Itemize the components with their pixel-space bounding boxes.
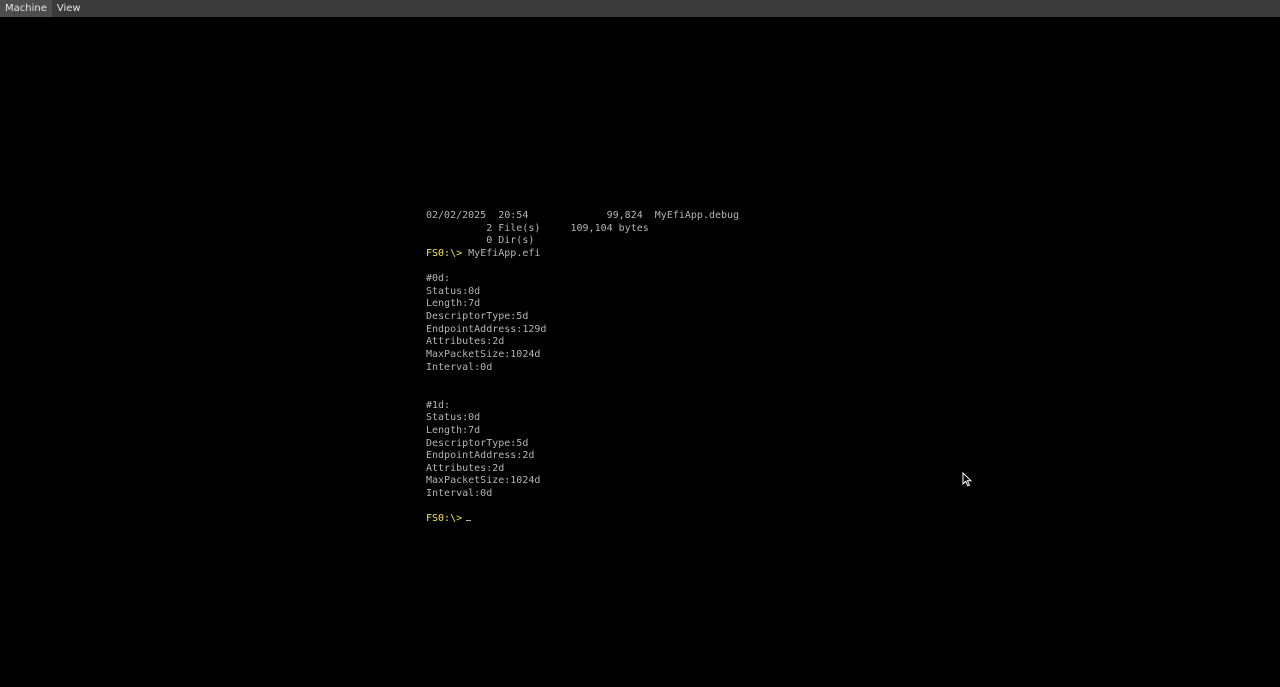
text-cursor xyxy=(466,520,472,522)
console-line: 02/02/2025 20:54 99,824 MyEfiApp.debug xyxy=(426,210,739,223)
console-line: Interval:0d xyxy=(426,362,739,375)
menu-machine[interactable]: Machine xyxy=(0,0,52,17)
console-output: EndpointAddress:129d xyxy=(426,323,547,335)
console-output: #0d: xyxy=(426,273,451,285)
console-output: MaxPacketSize:1024d xyxy=(426,349,541,361)
console-output: 2 File(s) 109,104 bytes xyxy=(426,222,649,234)
console-output: Interval:0d xyxy=(426,361,493,373)
console-line: MaxPacketSize:1024d xyxy=(426,475,739,488)
console-line: MaxPacketSize:1024d xyxy=(426,349,739,362)
console-output: Attributes:2d xyxy=(426,462,505,474)
console-line: Attributes:2d xyxy=(426,463,739,476)
console-output: Length:7d xyxy=(426,424,481,436)
shell-prompt: FS0:\> xyxy=(426,513,463,525)
console-output: Status:0d xyxy=(426,412,481,424)
console-output: EndpointAddress:2d xyxy=(426,450,535,462)
efi-shell-console[interactable]: 02/02/2025 20:54 99,824 MyEfiApp.debug 2… xyxy=(426,210,739,526)
console-line: DescriptorType:5d xyxy=(426,438,739,451)
console-output: 0 Dir(s) xyxy=(426,235,535,247)
console-line: EndpointAddress:2d xyxy=(426,450,739,463)
console-line: 0 Dir(s) xyxy=(426,235,739,248)
menu-bar: Machine View xyxy=(0,0,1280,17)
console-line: 2 File(s) 109,104 bytes xyxy=(426,223,739,236)
menu-view[interactable]: View xyxy=(52,0,86,17)
console-output: 02/02/2025 20:54 99,824 MyEfiApp.debug xyxy=(426,210,740,221)
console-output: DescriptorType:5d xyxy=(426,437,529,449)
mouse-pointer-icon xyxy=(962,472,972,487)
console-line: Interval:0d xyxy=(426,488,739,501)
console-line: #1d: xyxy=(426,400,739,413)
console-output: Attributes:2d xyxy=(426,336,505,348)
console-line: Attributes:2d xyxy=(426,336,739,349)
console-line: EndpointAddress:129d xyxy=(426,324,739,337)
console-output: #1d: xyxy=(426,399,451,411)
shell-command: MyEfiApp.efi xyxy=(468,247,541,259)
console-line: Status:0d xyxy=(426,286,739,299)
console-line: Status:0d xyxy=(426,412,739,425)
console-output: MaxPacketSize:1024d xyxy=(426,475,541,487)
shell-prompt: FS0:\> xyxy=(426,247,469,259)
console-line: Length:7d xyxy=(426,425,739,438)
console-output: DescriptorType:5d xyxy=(426,311,529,323)
console-line: #0d: xyxy=(426,273,739,286)
shell-prompt-line: FS0:\> MyEfiApp.efi xyxy=(426,248,739,261)
console-line: DescriptorType:5d xyxy=(426,311,739,324)
console-output: Interval:0d xyxy=(426,488,493,500)
shell-prompt-line: FS0:\> xyxy=(426,513,739,526)
console-line: Length:7d xyxy=(426,298,739,311)
console-output: Status:0d xyxy=(426,285,481,297)
vm-display[interactable]: 02/02/2025 20:54 99,824 MyEfiApp.debug 2… xyxy=(0,17,1280,687)
console-output: Length:7d xyxy=(426,298,481,310)
